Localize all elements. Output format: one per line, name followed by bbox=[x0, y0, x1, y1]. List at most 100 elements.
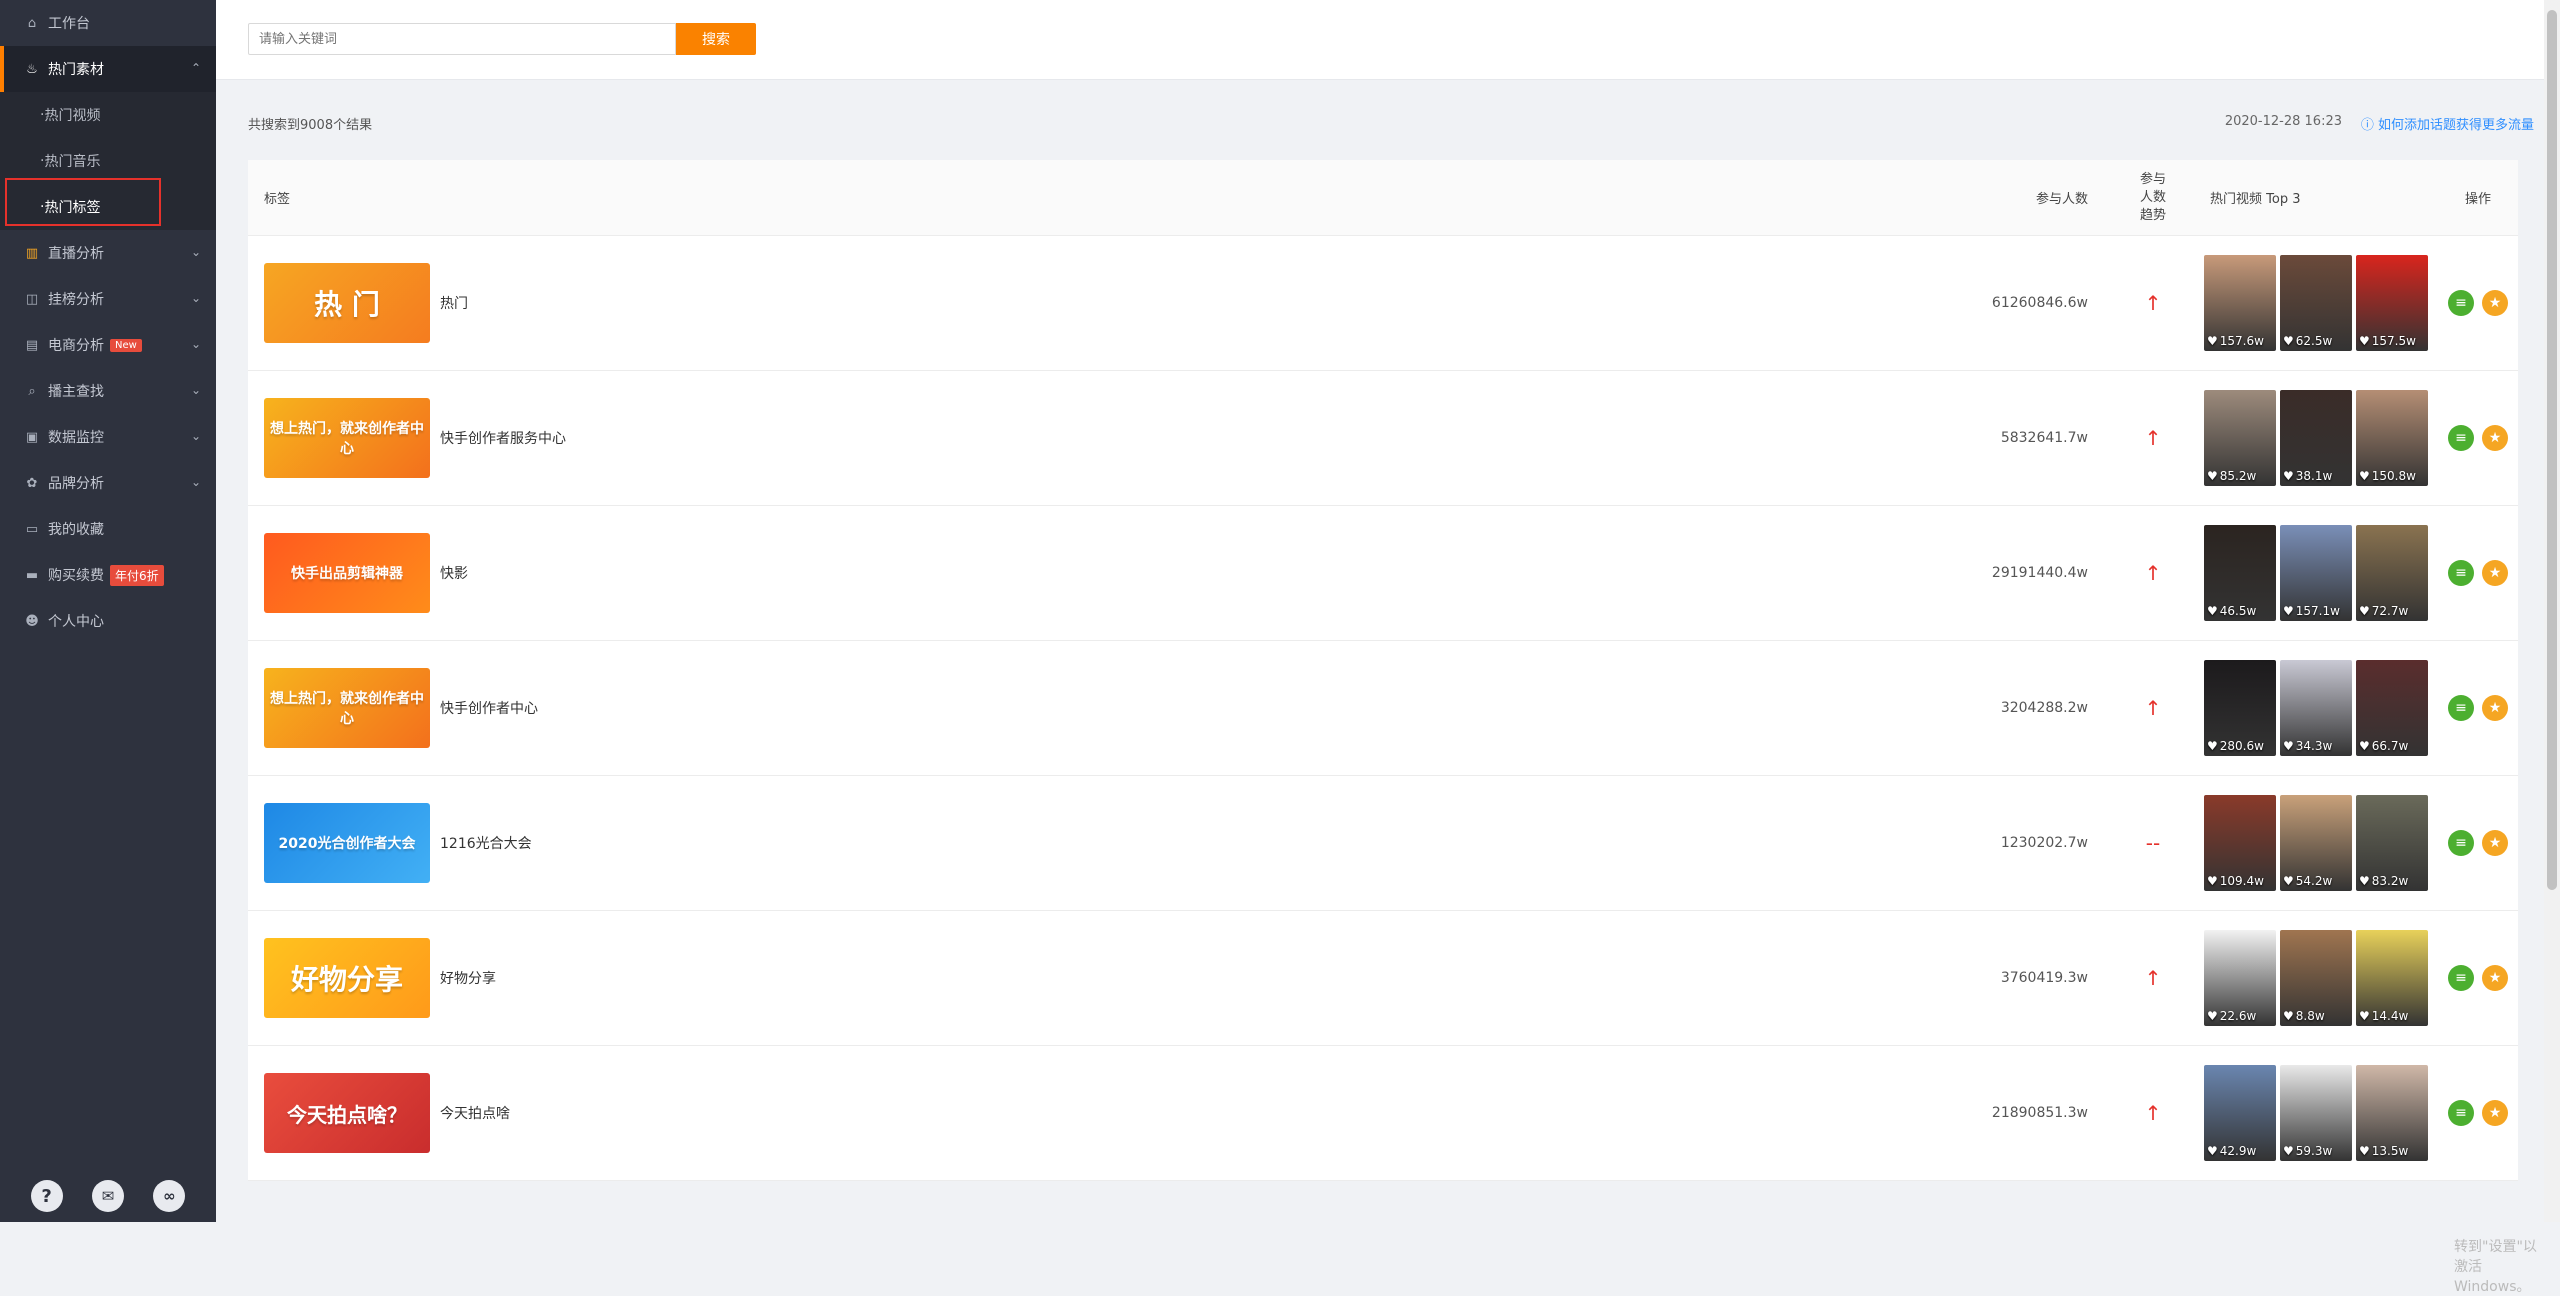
sidebar-item-label: 数据监控 bbox=[48, 430, 104, 446]
tag-name[interactable]: 快手创作者服务中心 bbox=[440, 428, 566, 448]
top-video-thumbnail[interactable]: ♥ 46.5w bbox=[2204, 525, 2276, 621]
sidebar-item-brand-analysis[interactable]: ✿ 品牌分析 ⌄ bbox=[0, 460, 216, 506]
sidebar-item-rank-analysis[interactable]: ◫ 挂榜分析 ⌄ bbox=[0, 276, 216, 322]
list-detail-icon[interactable]: ≡ bbox=[2448, 1100, 2474, 1126]
top-video-thumbnail[interactable]: ♥ 150.8w bbox=[2356, 390, 2428, 486]
list-detail-icon[interactable]: ≡ bbox=[2448, 830, 2474, 856]
scrollbar-thumb[interactable] bbox=[2547, 10, 2557, 890]
tag-name[interactable]: 今天拍点啥 bbox=[440, 1103, 510, 1123]
chevron-up-icon: ⌃ bbox=[190, 61, 202, 75]
sidebar-item-streamer-search[interactable]: ⌕ 播主查找 ⌄ bbox=[0, 368, 216, 414]
sidebar-subitem-hot-music[interactable]: · 热门音乐 bbox=[0, 138, 216, 184]
sidebar-item-label: 热门音乐 bbox=[44, 154, 101, 170]
top-video-thumbnail[interactable]: ♥ 13.5w bbox=[2356, 1065, 2428, 1161]
top-video-thumbnail[interactable]: ♥ 62.5w bbox=[2280, 255, 2352, 351]
sidebar-item-purchase[interactable]: ▬ 购买续费 年付6折 bbox=[0, 552, 216, 598]
star-icon[interactable]: ★ bbox=[2482, 695, 2508, 721]
chevron-down-icon: ⌄ bbox=[190, 337, 202, 351]
top-video-thumbnail[interactable]: ♥ 72.7w bbox=[2356, 525, 2428, 621]
top-video-thumbnail[interactable]: ♥ 8.8w bbox=[2280, 930, 2352, 1026]
tag-name[interactable]: 快影 bbox=[440, 563, 468, 583]
top-video-thumbnail[interactable]: ♥ 22.6w bbox=[2204, 930, 2276, 1026]
tag-banner-image[interactable]: 快手出品剪辑神器 bbox=[264, 533, 430, 613]
link-icon[interactable]: ∞ bbox=[153, 1180, 186, 1212]
top-video-thumbnail[interactable]: ♥ 157.1w bbox=[2280, 525, 2352, 621]
ops-cell: ≡ ★ bbox=[2438, 425, 2518, 451]
trend-arrow-icon: ↑ bbox=[2144, 291, 2162, 315]
tag-banner-image[interactable]: 好物分享 bbox=[264, 938, 430, 1018]
wechat-icon[interactable]: ✉ bbox=[91, 1180, 124, 1212]
tag-name[interactable]: 好物分享 bbox=[440, 968, 496, 988]
list-detail-icon[interactable]: ≡ bbox=[2448, 965, 2474, 991]
top-videos: ♥ 22.6w ♥ 8.8w ♥ 14.4w bbox=[2198, 930, 2438, 1026]
top-video-thumbnail[interactable]: ♥ 54.2w bbox=[2280, 795, 2352, 891]
tag-cell: 2020光合创作者大会 1216光合大会 bbox=[248, 803, 1938, 883]
tag-banner-image[interactable]: 今天拍点啥？ bbox=[264, 1073, 430, 1153]
top-video-thumbnail[interactable]: ♥ 280.6w bbox=[2204, 660, 2276, 756]
video-likes: ♥ 280.6w bbox=[2207, 739, 2264, 753]
chevron-down-icon: ⌄ bbox=[190, 291, 202, 305]
sidebar-item-data-monitor[interactable]: ▣ 数据监控 ⌄ bbox=[0, 414, 216, 460]
search-button[interactable]: 搜索 bbox=[676, 23, 756, 55]
sidebar-item-live-analysis[interactable]: ▥ 直播分析 ⌄ bbox=[0, 230, 216, 276]
sidebar-item-profile[interactable]: ☻ 个人中心 bbox=[0, 598, 216, 644]
list-detail-icon[interactable]: ≡ bbox=[2448, 290, 2474, 316]
sidebar-subitem-hot-video[interactable]: · 热门视频 bbox=[0, 92, 216, 138]
star-icon[interactable]: ★ bbox=[2482, 560, 2508, 586]
chevron-down-icon: ⌄ bbox=[190, 429, 202, 443]
star-icon[interactable]: ★ bbox=[2482, 1100, 2508, 1126]
tag-banner-image[interactable]: 想上热门，就来创作者中心 bbox=[264, 398, 430, 478]
top-video-thumbnail[interactable]: ♥ 83.2w bbox=[2356, 795, 2428, 891]
help-link[interactable]: ⓘ 如何添加话题获得更多流量 bbox=[2361, 114, 2534, 133]
trend-arrow-icon: ↑ bbox=[2144, 966, 2162, 990]
list-detail-icon[interactable]: ≡ bbox=[2448, 425, 2474, 451]
star-icon[interactable]: ★ bbox=[2482, 425, 2508, 451]
top-video-thumbnail[interactable]: ♥ 34.3w bbox=[2280, 660, 2352, 756]
top-video-thumbnail[interactable]: ♥ 38.1w bbox=[2280, 390, 2352, 486]
trend-arrow-icon: ↑ bbox=[2144, 561, 2162, 585]
tag-banner-image[interactable]: 2020光合创作者大会 bbox=[264, 803, 430, 883]
top-video-thumbnail[interactable]: ♥ 85.2w bbox=[2204, 390, 2276, 486]
list-detail-icon[interactable]: ≡ bbox=[2448, 560, 2474, 586]
top-video-thumbnail[interactable]: ♥ 66.7w bbox=[2356, 660, 2428, 756]
tag-name[interactable]: 快手创作者中心 bbox=[440, 698, 538, 718]
tag-banner-image[interactable]: 想上热门，就来创作者中心 bbox=[264, 668, 430, 748]
likes-count: 62.5w bbox=[2295, 334, 2333, 348]
tag-name[interactable]: 1216光合大会 bbox=[440, 833, 532, 853]
sidebar-item-workbench[interactable]: ⌂ 工作台 bbox=[0, 0, 216, 46]
tag-banner-image[interactable]: 热 门 bbox=[264, 263, 430, 343]
heart-icon: ♥ bbox=[2207, 469, 2218, 483]
top-video-thumbnail[interactable]: ♥ 59.3w bbox=[2280, 1065, 2352, 1161]
top-video-thumbnail[interactable]: ♥ 157.5w bbox=[2356, 255, 2428, 351]
tag-name[interactable]: 热门 bbox=[440, 293, 468, 313]
help-icon[interactable]: ? bbox=[30, 1180, 63, 1212]
sidebar-item-label: 热门标签 bbox=[44, 200, 101, 216]
top-video-thumbnail[interactable]: ♥ 157.6w bbox=[2204, 255, 2276, 351]
table-row: 想上热门，就来创作者中心 快手创作者服务中心 5832641.7w ↑ ♥ 85.… bbox=[248, 371, 2518, 506]
ops-cell: ≡ ★ bbox=[2438, 290, 2518, 316]
heart-icon: ♥ bbox=[2359, 874, 2370, 888]
sidebar-item-label: 个人中心 bbox=[48, 614, 104, 630]
result-count: 共搜索到9008个结果 bbox=[248, 118, 373, 133]
sidebar-item-favorites[interactable]: ▭ 我的收藏 bbox=[0, 506, 216, 552]
top-video-thumbnail[interactable]: ♥ 42.9w bbox=[2204, 1065, 2276, 1161]
page-scrollbar[interactable] bbox=[2544, 0, 2560, 1222]
star-icon[interactable]: ★ bbox=[2482, 965, 2508, 991]
top-video-thumbnail[interactable]: ♥ 14.4w bbox=[2356, 930, 2428, 1026]
sidebar-item-label: 热门视频 bbox=[44, 108, 101, 124]
trend-arrow-icon: ↑ bbox=[2144, 426, 2162, 450]
likes-count: 46.5w bbox=[2219, 604, 2257, 618]
star-icon[interactable]: ★ bbox=[2482, 830, 2508, 856]
sidebar-item-label: 工作台 bbox=[48, 16, 90, 32]
brand-icon: ✿ bbox=[26, 475, 38, 491]
tag-cell: 热 门 热门 bbox=[248, 263, 1938, 343]
sidebar-item-hot-material[interactable]: ♨ 热门素材 ⌃ bbox=[0, 46, 216, 92]
sidebar-subitem-hot-tag[interactable]: · 热门标签 bbox=[0, 184, 216, 230]
card-icon: ▬ bbox=[25, 567, 39, 583]
list-detail-icon[interactable]: ≡ bbox=[2448, 695, 2474, 721]
heart-icon: ♥ bbox=[2283, 334, 2294, 348]
star-icon[interactable]: ★ bbox=[2482, 290, 2508, 316]
sidebar-item-ecommerce[interactable]: ▤ 电商分析 New ⌄ bbox=[0, 322, 216, 368]
top-video-thumbnail[interactable]: ♥ 109.4w bbox=[2204, 795, 2276, 891]
search-input[interactable] bbox=[248, 23, 676, 55]
